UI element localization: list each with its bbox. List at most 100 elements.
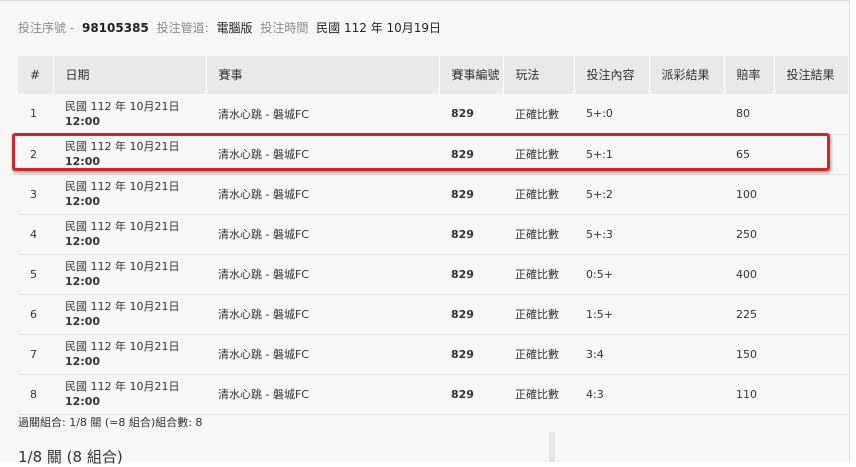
row-no: 7 xyxy=(30,347,37,361)
row-match: 清水心跳 - 磐城FC xyxy=(218,308,309,321)
row-date: 民國 112 年 10月21日 xyxy=(65,99,180,113)
row-odds: 110 xyxy=(736,387,757,401)
row-payout xyxy=(649,94,724,134)
row-match: 清水心跳 - 磐城FC xyxy=(218,148,309,161)
row-payout xyxy=(649,334,724,374)
combo-section-title: 1/8 關 (8 組合) xyxy=(18,448,123,466)
row-odds: 225 xyxy=(736,307,757,321)
column-header-match: 賽事 xyxy=(205,56,439,94)
serial-value: 98105385 xyxy=(81,21,149,35)
row-play: 正確比數 xyxy=(515,228,559,241)
row-result xyxy=(774,134,848,174)
table-row: 4 民國 112 年 10月21日 12:00 清水心跳 - 磐城FC 829 正… xyxy=(18,214,848,254)
row-selection: 0:5+ xyxy=(586,267,613,281)
bet-info-line: 投注序號 - 98105385 投注管道: 電腦版 投注時間 民國 112 年 … xyxy=(18,19,445,36)
table-row: 6 民國 112 年 10月21日 12:00 清水心跳 - 磐城FC 829 正… xyxy=(18,294,848,334)
row-odds: 65 xyxy=(736,147,750,161)
channel-value: 電腦版 xyxy=(216,21,253,35)
row-odds: 400 xyxy=(736,267,757,281)
row-result xyxy=(774,214,848,254)
row-time: 12:00 xyxy=(65,355,101,368)
row-play: 正確比數 xyxy=(515,188,559,201)
row-no: 1 xyxy=(30,107,37,121)
row-match-id: 829 xyxy=(451,387,474,401)
row-match: 清水心跳 - 磐城FC xyxy=(218,188,309,201)
row-time: 12:00 xyxy=(65,195,101,208)
table-row: 3 民國 112 年 10月21日 12:00 清水心跳 - 磐城FC 829 正… xyxy=(18,174,848,214)
row-selection: 3:4 xyxy=(586,347,604,361)
column-header-no: # xyxy=(30,67,41,82)
row-match-id: 829 xyxy=(451,147,474,161)
row-time: 12:00 xyxy=(65,275,101,288)
row-payout xyxy=(649,254,724,294)
column-header-play: 玩法 xyxy=(502,56,574,94)
table-row: 2 民國 112 年 10月21日 12:00 清水心跳 - 磐城FC 829 正… xyxy=(18,134,848,174)
row-date-cell: 民國 112 年 10月21日 12:00 xyxy=(53,94,206,134)
table-header-row: # 日期 賽事 賽事編號 玩法 投注內容 派彩結果 賠率 投注結果 xyxy=(18,56,848,94)
row-no: 5 xyxy=(30,267,37,281)
bet-selection-table: # 日期 賽事 賽事編號 玩法 投注內容 派彩結果 賠率 投注結果 1 民國 1… xyxy=(18,56,848,415)
parlay-summary: 過關組合: 1/8 關 (=8 組合)組合數: 8 xyxy=(18,416,203,429)
column-header-match-id: 賽事編號 xyxy=(438,56,503,94)
column-header-date: 日期 xyxy=(52,56,206,94)
row-odds: 100 xyxy=(736,187,757,201)
row-no: 8 xyxy=(30,387,37,401)
row-odds: 250 xyxy=(736,227,757,241)
row-date-cell: 民國 112 年 10月21日 12:00 xyxy=(53,334,206,374)
row-time: 12:00 xyxy=(65,395,101,408)
row-play: 正確比數 xyxy=(515,308,559,321)
row-time: 12:00 xyxy=(65,235,101,248)
column-header-odds: 賠率 xyxy=(723,56,774,94)
serial-label: 投注序號 - xyxy=(18,21,75,35)
row-time: 12:00 xyxy=(65,315,101,328)
row-match-id: 829 xyxy=(451,307,474,321)
row-date: 民國 112 年 10月21日 xyxy=(65,260,180,273)
row-match: 清水心跳 - 磐城FC xyxy=(218,348,309,361)
column-header-result: 投注結果 xyxy=(773,56,848,94)
row-selection: 5+:2 xyxy=(586,187,613,201)
row-date: 民國 112 年 10月21日 xyxy=(65,380,180,393)
column-header-payout: 派彩結果 xyxy=(648,56,724,94)
row-result xyxy=(774,174,848,214)
row-payout xyxy=(649,134,724,174)
table-row: 1 民國 112 年 10月21日 12:00 清水心跳 - 磐城FC 829 正… xyxy=(18,94,848,134)
row-no: 3 xyxy=(30,187,37,201)
row-selection: 5+:1 xyxy=(586,147,613,161)
row-no: 6 xyxy=(30,307,37,321)
row-selection: 4:3 xyxy=(586,387,604,401)
row-date: 民國 112 年 10月21日 xyxy=(65,180,180,193)
row-date-cell: 民國 112 年 10月21日 12:00 xyxy=(53,254,206,294)
time-value: 民國 112 年 10月19日 xyxy=(316,21,442,35)
row-payout xyxy=(649,174,724,214)
row-play: 正確比數 xyxy=(515,348,559,361)
row-payout xyxy=(649,214,724,254)
row-date: 民國 112 年 10月21日 xyxy=(65,340,180,353)
channel-label: 投注管道: xyxy=(156,21,209,35)
row-result xyxy=(774,334,848,374)
row-odds: 150 xyxy=(736,347,757,361)
table-row: 5 民國 112 年 10月21日 12:00 清水心跳 - 磐城FC 829 正… xyxy=(18,254,848,294)
row-match-id: 829 xyxy=(451,267,474,281)
time-label: 投注時間 xyxy=(260,21,309,35)
column-header-selection: 投注內容 xyxy=(573,56,649,94)
row-result xyxy=(774,254,848,294)
table-row: 8 民國 112 年 10月21日 12:00 清水心跳 - 磐城FC 829 正… xyxy=(18,374,848,414)
row-selection: 5+:3 xyxy=(586,227,613,241)
table-row: 7 民國 112 年 10月21日 12:00 清水心跳 - 磐城FC 829 正… xyxy=(18,334,848,374)
row-match-id: 829 xyxy=(451,107,474,121)
row-play: 正確比數 xyxy=(515,268,559,281)
row-date-cell: 民國 112 年 10月21日 12:00 xyxy=(53,214,206,254)
row-result xyxy=(774,294,848,334)
row-time: 12:00 xyxy=(65,114,101,128)
row-date: 民國 112 年 10月21日 xyxy=(65,140,180,153)
row-date-cell: 民國 112 年 10月21日 12:00 xyxy=(53,174,206,214)
row-play: 正確比數 xyxy=(515,388,559,401)
row-match-id: 829 xyxy=(451,187,474,201)
row-match-id: 829 xyxy=(451,227,474,241)
row-result xyxy=(774,94,848,134)
row-play: 正確比數 xyxy=(515,148,559,161)
row-match: 清水心跳 - 磐城FC xyxy=(218,107,309,121)
row-odds: 80 xyxy=(736,107,750,121)
row-time: 12:00 xyxy=(65,155,101,168)
row-result xyxy=(774,374,848,414)
